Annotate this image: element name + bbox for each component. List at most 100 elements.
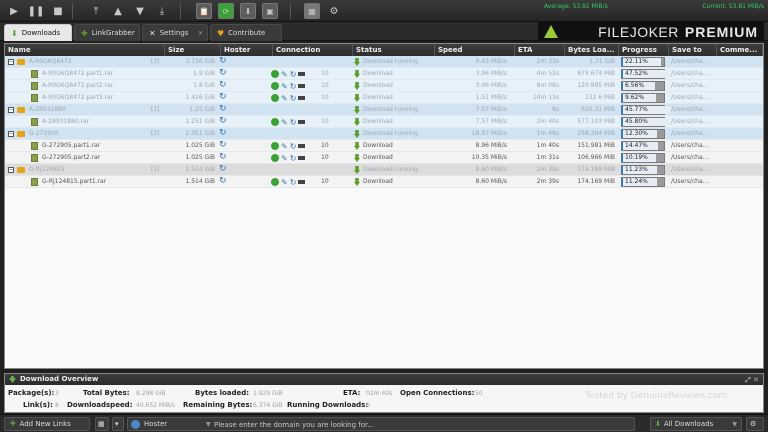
download-arrow-icon: [9, 376, 16, 383]
stop-icon[interactable]: ■: [50, 3, 66, 19]
update-icon[interactable]: ⬇: [240, 3, 256, 19]
bytes-loaded-value: 132.6 MiB: [584, 94, 615, 101]
package-row[interactable]: − G-272905 [2] 2.051 GiB ↻ Download running 18…: [5, 128, 763, 140]
tab-downloads[interactable]: ⬇ Downloads: [4, 24, 72, 41]
progress-text: 12.30%: [625, 130, 648, 137]
progress-bar: 22.11%: [621, 57, 665, 67]
move-bottom-icon[interactable]: ⤓: [154, 3, 170, 19]
tab-contribute[interactable]: ♥ Contribute: [210, 24, 282, 41]
move-up-icon[interactable]: ▲: [110, 3, 126, 19]
tab-linkgrabber[interactable]: ✚ LinkGrabber: [74, 24, 140, 41]
refresh-icon: ↻: [289, 93, 297, 103]
filejoker-logo-icon: [544, 25, 558, 38]
table-row[interactable]: A-R0G6Q8472.part2.rar 1.8 GiB ↻ ✎ ↻ 10 Downloa…: [5, 80, 763, 92]
column-header[interactable]: Bytes Loa...: [565, 44, 619, 56]
column-header[interactable]: Status: [353, 44, 435, 56]
table-row[interactable]: G-272905.part2.rar 1.025 GiB ↻ ✎ ↻ 10 Download…: [5, 152, 763, 164]
reconnect-icon: [271, 94, 279, 102]
menu-caret-icon[interactable]: ▾: [112, 417, 124, 431]
hoster-dropdown[interactable]: Hoster: [144, 419, 167, 430]
delete-icon[interactable]: ▦: [95, 417, 109, 431]
status-text: Download: [363, 154, 393, 161]
save-to-path: /Users/cha...: [671, 154, 709, 161]
package-row[interactable]: − G-RJ124815 [1] 1.514 GiB ↻ Download running…: [5, 164, 763, 176]
downloads-table[interactable]: Name Size Hoster Connection Status Speed ETA By…: [4, 43, 764, 369]
package-row[interactable]: − A-R0G6Q8472 [3] 3.736 GiB ↻ Download runnin…: [5, 56, 763, 68]
status-text: Download: [363, 178, 393, 185]
tab-settings-label: Settings: [159, 29, 189, 37]
column-header[interactable]: Connection: [273, 44, 353, 56]
add-new-links-button[interactable]: + Add New Links: [4, 417, 90, 431]
package-row[interactable]: − A-28931880 [1] 1.25 GiB ↻ Download running 7…: [5, 104, 763, 116]
wrench-icon: ✕: [149, 28, 156, 38]
settings-icon[interactable]: ⚙: [746, 417, 764, 431]
column-header[interactable]: Hoster: [221, 44, 273, 56]
bytes-loaded-value: 106.966 MiB: [577, 154, 615, 161]
package-link-count: [1]: [151, 166, 160, 173]
add-new-links-label: Add New Links: [19, 420, 71, 428]
progress-marker: [621, 58, 623, 66]
reconnect-icon[interactable]: ⟳: [218, 3, 234, 19]
screenshot-icon[interactable]: ▣: [262, 3, 278, 19]
play-icon[interactable]: ▶: [6, 3, 22, 19]
progress-bar: 11.23%: [621, 165, 665, 175]
toolbar-separator: [180, 3, 181, 19]
bytes-loaded-value: 258.384 MiB: [577, 130, 615, 137]
speed-value: 7.57 MiB/s: [475, 106, 507, 113]
table-row[interactable]: G-272905.part1.rar 1.025 GiB ↻ ✎ ↻ 10 Download…: [5, 140, 763, 152]
package-name: G-RJ124815: [29, 166, 65, 173]
remaining-bytes-label: Remaining Bytes:: [183, 401, 253, 409]
table-row[interactable]: A-R0G6Q8472.part3.rar 1.416 GiB ↻ ✎ ↻ 10 Downl…: [5, 92, 763, 104]
move-down-icon[interactable]: ▼: [132, 3, 148, 19]
hoster-refresh-icon: ↻: [219, 80, 227, 90]
hoster-search-bar: Hoster ▼: [127, 417, 635, 431]
column-header[interactable]: Size: [165, 44, 221, 56]
file-size: 1.9 GiB: [193, 70, 215, 77]
table-row[interactable]: A-R0G6Q8472.part1.rar 1.9 GiB ↻ ✎ ↻ 10 Downloa…: [5, 68, 763, 80]
premium-icon[interactable]: ▦: [304, 3, 320, 19]
collapse-toggle-icon[interactable]: −: [8, 59, 14, 65]
column-header[interactable]: Comme...: [717, 44, 763, 56]
hoster-refresh-icon: ↻: [219, 164, 227, 174]
overview-window-controls[interactable]: ⤢ ✕: [745, 375, 759, 386]
refresh-icon: ↻: [289, 177, 297, 187]
collapse-toggle-icon[interactable]: −: [8, 107, 14, 113]
pause-icon[interactable]: ❚❚: [28, 3, 45, 19]
collapse-toggle-icon[interactable]: −: [8, 167, 14, 173]
refresh-icon: ↻: [289, 117, 297, 127]
settings-icon[interactable]: ⚙: [326, 3, 342, 19]
archive-file-icon: [31, 70, 38, 78]
table-row[interactable]: G-RJ124815.part1.rar 1.514 GiB ↻ ✎ ↻ 10 Downlo…: [5, 176, 763, 188]
column-header[interactable]: ETA: [515, 44, 565, 56]
file-name: G-272905.part2.rar: [42, 154, 101, 161]
link-plus-icon: ✚: [81, 28, 88, 38]
bytes-loaded-value: 174.169 MiB: [577, 166, 615, 173]
plugin-icon: ✎: [281, 177, 288, 187]
table-row[interactable]: A-28931880.rar 1.251 GiB ↻ ✎ ↻ 10 Download 7.57…: [5, 116, 763, 128]
save-to-path: /Users/cha...: [671, 118, 709, 125]
plugin-icon: ✎: [281, 153, 288, 163]
speed-value: 8.60 MiB/s: [475, 166, 507, 173]
status-download-icon: [354, 70, 360, 78]
column-header[interactable]: Progress: [619, 44, 669, 56]
tab-settings[interactable]: ✕ Settings ✕: [142, 24, 208, 41]
column-header[interactable]: Save to: [669, 44, 717, 56]
reconnect-icon: [271, 154, 279, 162]
hoster-search-input[interactable]: [214, 419, 628, 430]
overview-title-bar: Download Overview ⤢ ✕: [5, 374, 763, 385]
close-icon[interactable]: ✕: [198, 30, 203, 37]
clipboard-icon[interactable]: 📋: [196, 3, 212, 19]
file-size: 1.025 GiB: [185, 142, 215, 149]
connection-count: 10: [321, 118, 329, 125]
archive-file-icon: [31, 94, 38, 102]
hoster-refresh-icon: ↻: [219, 56, 227, 66]
column-header[interactable]: Name: [5, 44, 165, 56]
connection-icons: ✎ ↻: [271, 177, 306, 187]
collapse-toggle-icon[interactable]: −: [8, 131, 14, 137]
chevron-down-icon[interactable]: ▼: [206, 419, 211, 430]
move-top-icon[interactable]: ⤒: [88, 3, 104, 19]
eta-value: 02m:40s: [366, 390, 393, 397]
all-downloads-dropdown[interactable]: ⬇ All Downloads ▼: [650, 417, 742, 431]
package-icon: [17, 131, 25, 137]
column-header[interactable]: Speed: [435, 44, 515, 56]
